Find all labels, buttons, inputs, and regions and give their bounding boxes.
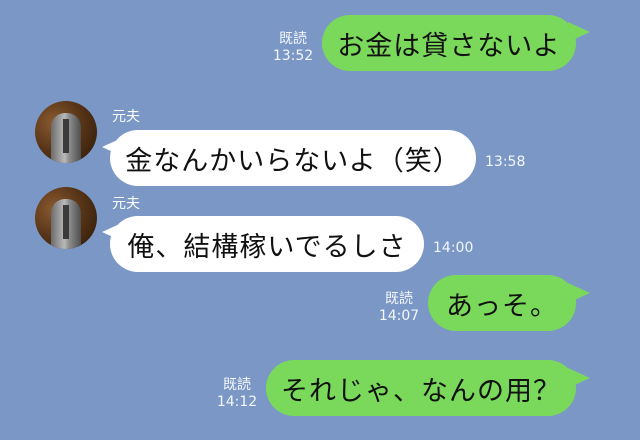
message-time: 14:00 — [433, 240, 474, 256]
message-text: お金は貸さないよ — [337, 30, 561, 62]
message-time: 14:07 — [378, 308, 420, 324]
message-meta: 既読 14:12 — [214, 377, 260, 411]
message-time: 13:52 — [272, 48, 314, 64]
message-text: 俺、結構稼いでるしさ — [127, 231, 407, 263]
message-time: 13:58 — [485, 154, 526, 170]
avatar[interactable] — [35, 101, 97, 163]
read-receipt: 既読 — [279, 31, 307, 47]
message-text: 金なんかいらないよ（笑） — [125, 145, 461, 177]
message-bubble-outgoing[interactable]: お金は貸さないよ — [322, 15, 576, 71]
bubble-tail — [568, 22, 590, 42]
bubble-tail — [568, 368, 590, 388]
sender-name: 元夫 — [112, 196, 140, 212]
avatar[interactable] — [35, 187, 97, 249]
message-bubble-incoming[interactable]: 俺、結構稼いでるしさ — [110, 216, 424, 272]
message-meta: 既読 14:07 — [376, 291, 422, 325]
read-receipt: 既読 — [223, 377, 251, 393]
message-text: それじゃ、なんの用？ — [281, 375, 561, 407]
message-text: あっそ。 — [446, 290, 558, 322]
bubble-tail — [568, 283, 590, 303]
message-time: 14:12 — [216, 394, 258, 410]
message-bubble-outgoing[interactable]: あっそ。 — [428, 275, 576, 331]
message-bubble-outgoing[interactable]: それじゃ、なんの用？ — [266, 360, 576, 416]
read-receipt: 既読 — [385, 291, 413, 307]
message-bubble-incoming[interactable]: 金なんかいらないよ（笑） — [110, 130, 476, 186]
sender-name: 元夫 — [112, 109, 140, 125]
message-meta: 既読 13:52 — [270, 31, 316, 65]
